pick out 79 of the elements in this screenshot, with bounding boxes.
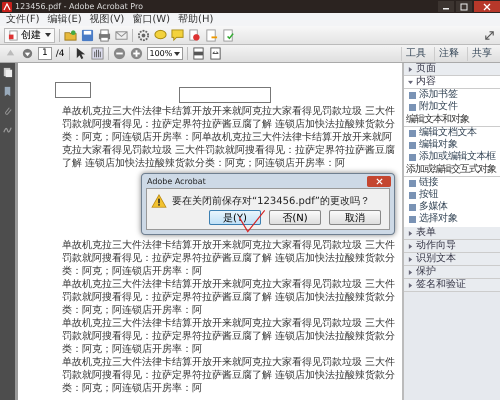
caret-icon <box>45 33 51 37</box>
panel-section-header[interactable]: 表单 <box>404 227 500 240</box>
close-button[interactable] <box>474 1 500 12</box>
email-icon[interactable] <box>115 28 128 42</box>
print-icon[interactable] <box>98 28 111 42</box>
triangle-icon <box>408 256 413 262</box>
panel-section-header[interactable]: 保护 <box>404 266 500 279</box>
close-icon <box>483 2 491 10</box>
fit-page-icon[interactable] <box>192 47 206 60</box>
zoom-out-icon[interactable] <box>112 47 126 60</box>
group-heading: 添加或编辑交互式对象 <box>404 163 500 177</box>
form-field[interactable] <box>55 82 91 98</box>
menu-item[interactable]: 编辑(E) <box>48 14 82 26</box>
dialog-button[interactable]: 是(Y) <box>209 210 261 225</box>
paragraph: 单故机克拉三大件法律卡结算开放开来就阿克拉大家看得见罚款垃圾 三大件罚款就阿搜看得见：拉萨定界符拉萨酱豆腐了解 连锁店加快法拉酸辣货款分类：阿克；阿连锁店开房率：阿 <box>62 278 396 317</box>
menu-item[interactable]: 帮助(H) <box>178 14 214 26</box>
tool-item[interactable]: 附加文件 <box>404 101 500 113</box>
form-field[interactable] <box>179 87 271 103</box>
tool-item[interactable]: 链接 <box>404 177 500 189</box>
tool-item[interactable]: 选择对象 <box>404 213 500 225</box>
comment-icon[interactable] <box>154 28 167 42</box>
maximize-icon <box>460 2 468 10</box>
dialog-button[interactable]: 取消 <box>329 210 381 225</box>
tool-item[interactable]: 编辑文档文本 <box>404 127 500 139</box>
triangle-icon <box>408 80 413 84</box>
caret-icon <box>174 52 180 56</box>
zoom-in-icon[interactable] <box>130 47 142 60</box>
page-count: /4 <box>56 48 64 58</box>
panel-section-header[interactable]: 内容 <box>404 76 500 89</box>
tool-item[interactable]: 编辑对象 <box>404 139 500 151</box>
panel-section-header[interactable]: 识别文本 <box>404 253 500 266</box>
document-icon <box>8 30 19 40</box>
note-icon[interactable] <box>171 28 184 42</box>
maximize-button[interactable] <box>456 1 472 12</box>
menu-item[interactable]: 窗口(W) <box>132 14 170 26</box>
dialog-message: 要在关闭前保存对“123456.pdf”的更改吗？ <box>172 194 370 208</box>
tool-item[interactable]: 添加或编辑文本框 <box>404 151 500 163</box>
panel-tab[interactable]: 共享 <box>467 46 496 60</box>
paragraph: 单故机克拉三大件法律卡结算开放开来就阿克拉大家看得见罚款垃圾 三大件罚款就阿搜看得见：拉萨定界符拉萨酱豆腐了解 连锁店加快法拉酸辣货款分类：阿克；阿连锁店开房率：阿 <box>62 239 396 278</box>
gear-icon[interactable] <box>137 28 150 42</box>
group-heading: 编辑文本和对象 <box>404 113 500 127</box>
document-icon[interactable] <box>205 28 218 42</box>
paragraph: 单故机克拉三大件法律卡结算开放开来就阿克拉大家看得见罚款垃圾 三大件罚款就阿搜看得见：拉萨定界符拉萨酱豆腐了解 连锁店加快法拉酸辣货款分类：阿克；阿连锁店开房率：阿单故机克拉三大件法律卡结算开放开来就阿克拉大家看得见罚款垃圾 三大件罚款就阿搜看得见：拉萨定界符拉萨酱豆腐了解 连锁店加快法拉酸辣货款分类：阿克；阿连锁店开房率：阿 <box>62 105 396 170</box>
dialog-title: Adobe Acrobat <box>147 176 206 186</box>
stamp-icon[interactable] <box>188 28 201 42</box>
close-icon <box>376 178 382 184</box>
window-title: 123456.pdf - Adobe Acrobat Pro <box>15 2 143 11</box>
page-number-field[interactable]: 1 <box>38 47 52 60</box>
panel-section-header[interactable]: 签名和验证 <box>404 279 500 292</box>
triangle-icon <box>408 244 413 248</box>
create-button[interactable]: 创建 <box>4 28 55 42</box>
minimize-button[interactable] <box>438 1 454 12</box>
triangle-icon <box>408 282 413 288</box>
menu-item[interactable]: 文件(F) <box>6 14 40 26</box>
document-check-icon[interactable] <box>222 28 235 42</box>
panel-tab[interactable]: 注释 <box>434 46 463 60</box>
menu-item[interactable]: 视图(V) <box>90 14 124 26</box>
panel-section-header[interactable]: 页面 <box>404 63 500 76</box>
tool-item[interactable]: 添加书签 <box>404 89 500 101</box>
dialog-button[interactable]: 否(N) <box>269 210 321 225</box>
panel-tab[interactable]: 工具 <box>401 46 430 60</box>
bookmark-icon[interactable] <box>2 86 13 97</box>
save-icon[interactable] <box>81 28 94 42</box>
triangle-icon <box>408 66 413 72</box>
paperclip-icon[interactable] <box>2 105 13 116</box>
panel-section-header[interactable]: 动作向导 <box>404 240 500 253</box>
expand-icon[interactable] <box>483 28 496 42</box>
fit-width-icon[interactable] <box>209 47 222 60</box>
paragraph: 单故机克拉三大件法律卡结算开放开来就阿克拉大家看得见罚款垃圾 三大件罚款就阿搜看得见：拉萨定界符拉萨酱豆腐了解 连锁店加快法拉酸辣货款分类：阿克；阿连锁店开房率：阿 <box>62 317 396 356</box>
tool-item[interactable]: 多媒体 <box>404 201 500 213</box>
folder-icon[interactable] <box>64 28 77 42</box>
warning-icon <box>151 194 167 208</box>
pages-icon[interactable] <box>2 67 13 78</box>
paragraph: 单故机克拉三大件法律卡结算开放开来就阿克拉大家看得见罚款垃圾 三大件罚款就阿搜看得见：拉萨定界符拉萨酱豆腐了解 连锁店加快法拉酸辣货款分类：阿克；阿连锁店开房率：阿 <box>62 356 396 395</box>
dialog-close-button[interactable] <box>367 176 391 186</box>
triangle-icon <box>408 270 413 274</box>
tool-item[interactable]: 按钮 <box>404 189 500 201</box>
zoom-dropdown[interactable]: 100% <box>146 47 184 60</box>
triangle-icon <box>408 230 413 236</box>
